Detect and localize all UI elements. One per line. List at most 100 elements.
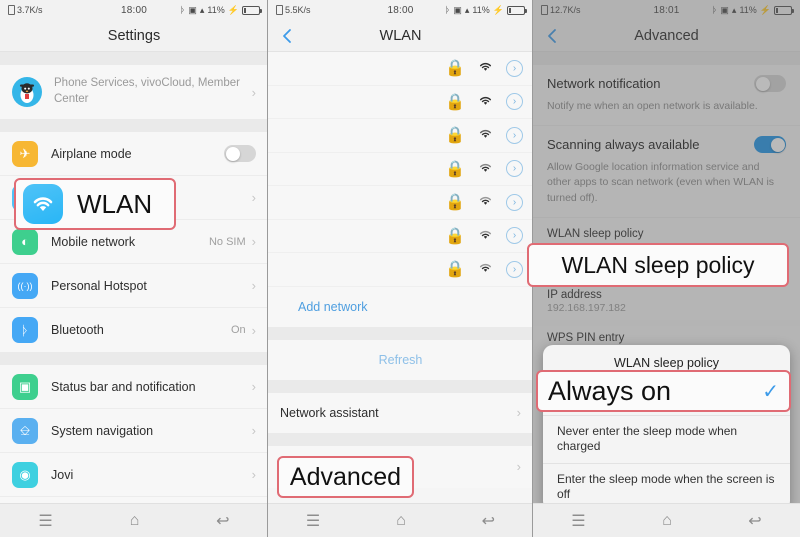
page-title: WLAN xyxy=(379,27,422,44)
dialog-option-never-when-charged[interactable]: Never enter the sleep mode when charged xyxy=(543,414,790,463)
row-network-assistant[interactable]: Network assistant › xyxy=(268,392,533,433)
status-bar-right: ᚦ ▣ ▴ 11% ⚡ xyxy=(442,4,527,15)
sidebar-item-personal-hotspot[interactable]: ((·)) Personal Hotspot › xyxy=(0,264,268,308)
airplane-mode-toggle[interactable] xyxy=(224,145,256,162)
hotspot-icon: ((·)) xyxy=(12,272,38,299)
sidebar-item-label: Personal Hotspot xyxy=(51,278,147,293)
home-icon[interactable]: ⌂ xyxy=(130,512,140,530)
wifi-row-icons: 🔒 › xyxy=(445,92,523,112)
sidebar-item-bluetooth[interactable]: ᚦ Bluetooth On › xyxy=(0,308,268,352)
status-bar-time: 18:00 xyxy=(120,4,148,16)
refresh-button[interactable]: Refresh xyxy=(268,339,533,380)
network-info-icon[interactable]: › xyxy=(506,193,523,211)
callout-advanced: Advanced xyxy=(277,456,414,498)
wifi-signal-icon xyxy=(478,126,493,144)
sidebar-item-status-bar-and-notification[interactable]: ▣ Status bar and notification › xyxy=(0,365,268,409)
battery-icon xyxy=(242,5,262,15)
ip-address-value: 192.168.197.182 xyxy=(547,301,626,314)
battery-percent: 11% xyxy=(207,5,225,15)
status-bar: 12.7K/s 18:01 ᚦ ▣ ▴ 11% ⚡ xyxy=(533,0,800,20)
network-speed: 5.5K/s xyxy=(285,5,311,15)
scanning-toggle[interactable] xyxy=(754,136,786,154)
sidebar-item-airplane-mode[interactable]: ✈ Airplane mode xyxy=(0,132,268,176)
back-button[interactable] xyxy=(278,27,296,45)
row-ip-address: IP address 192.168.197.182 xyxy=(533,282,800,320)
sidebar-item-value: No SIM xyxy=(208,235,246,248)
settings-panel: 3.7K/s 18:00 ᚦ ▣ ▴ 11% ⚡ Settings Phone … xyxy=(0,0,268,537)
sleep-policy-label: WLAN sleep policy xyxy=(547,227,644,240)
callout-wlan-label: WLAN xyxy=(77,188,153,219)
lock-icon: 🔒 xyxy=(445,194,465,212)
back-button[interactable] xyxy=(543,27,561,45)
menu-icon[interactable]: ☰ xyxy=(38,511,52,531)
home-icon[interactable]: ⌂ xyxy=(396,512,406,530)
network-info-icon[interactable]: › xyxy=(506,160,523,178)
wifi-signal-icon xyxy=(478,260,493,278)
chevron-right-icon: › xyxy=(516,405,521,420)
network-notification-toggle[interactable] xyxy=(754,75,786,92)
network-info-icon[interactable]: › xyxy=(506,126,523,144)
wifi-signal-icon xyxy=(478,193,493,211)
bluetooth-status-icon: ᚦ xyxy=(179,4,186,15)
scanning-section[interactable]: Scanning always available Allow Google l… xyxy=(533,126,800,218)
menu-icon[interactable]: ☰ xyxy=(571,511,585,531)
account-list: Phone Services, vivoCloud, Member Center… xyxy=(0,65,268,119)
lock-icon: 🔒 xyxy=(445,60,465,78)
network-info-icon[interactable]: › xyxy=(506,59,523,77)
wifi-network-row[interactable]: 🔒 › xyxy=(268,253,533,287)
status-bar: 5.5K/s 18:00 ᚦ ▣ ▴ 11% ⚡ xyxy=(268,0,533,20)
wifi-network-row[interactable]: 🔒 › xyxy=(268,152,533,186)
battery-percent: 11% xyxy=(472,5,490,15)
callout-wlan-sleep-policy: WLAN sleep policy xyxy=(527,243,789,287)
callout-always-on-label: Always on xyxy=(548,375,672,406)
back-icon[interactable]: ↩ xyxy=(748,511,761,531)
dialog-option-label: Enter the sleep mode when the screen is … xyxy=(557,471,775,502)
row-label: Network assistant xyxy=(280,405,379,420)
sidebar-item-jovi[interactable]: ◉ Jovi › xyxy=(0,453,268,497)
home-icon[interactable]: ⌂ xyxy=(662,512,672,530)
wifi-network-row[interactable]: 🔒 › xyxy=(268,186,533,220)
nfc-status-icon: ▣ xyxy=(453,4,462,15)
navigation-bar: ☰ ⌂ ↩ xyxy=(0,503,268,537)
row-wlan-sleep-policy[interactable]: WLAN sleep policy xyxy=(533,217,800,246)
network-notification-section[interactable]: Network notification Notify me when an o… xyxy=(533,65,800,127)
lock-icon: 🔒 xyxy=(445,93,465,111)
group-gap xyxy=(268,326,533,340)
wlan-icon xyxy=(23,184,63,224)
sidebar-item-label: Mobile network xyxy=(51,234,136,249)
wlan-extra-list: Network assistant › xyxy=(268,392,533,433)
battery-percent: 11% xyxy=(739,5,757,15)
sidebar-item-value: On xyxy=(230,324,246,336)
group-gap xyxy=(268,379,533,393)
network-info-icon[interactable]: › xyxy=(506,93,523,111)
add-network-button[interactable]: Add network xyxy=(268,286,533,327)
callout-always-on: Always on ✓ xyxy=(536,370,791,412)
callout-advanced-label: Advanced xyxy=(289,462,402,491)
status-bar-left: 3.7K/s xyxy=(8,5,92,15)
wifi-network-row[interactable]: 🔒 › xyxy=(268,119,533,153)
chevron-right-icon: › xyxy=(251,322,256,338)
wifi-network-row[interactable]: 🔒 › xyxy=(268,219,533,253)
wifi-network-row[interactable]: 🔒 › xyxy=(268,52,533,86)
wifi-network-row[interactable]: 🔒 › xyxy=(268,85,533,119)
scanning-title: Scanning always available xyxy=(547,137,700,153)
group-gap xyxy=(533,52,800,65)
dialog-option-label: Never enter the sleep mode when charged xyxy=(557,423,738,454)
wifi-row-icons: 🔒 › xyxy=(445,159,523,179)
nfc-status-icon: ▣ xyxy=(188,4,197,15)
jovi-icon: ◉ xyxy=(12,461,38,488)
wlan-title-bar: WLAN xyxy=(268,20,533,52)
group-gap xyxy=(268,432,533,446)
network-info-icon[interactable]: › xyxy=(506,227,523,245)
mobile-network-icon: ◐ xyxy=(12,228,38,255)
back-icon[interactable]: ↩ xyxy=(482,511,495,531)
sidebar-item-system-navigation[interactable]: ⎒ System navigation › xyxy=(0,409,268,453)
back-icon[interactable]: ↩ xyxy=(216,511,229,531)
menu-icon[interactable]: ☰ xyxy=(306,511,320,531)
group-gap xyxy=(0,119,268,132)
check-icon: ✓ xyxy=(762,380,779,403)
network-info-icon[interactable]: › xyxy=(506,260,523,278)
lock-icon: 🔒 xyxy=(445,261,465,279)
bluetooth-icon: ᚦ xyxy=(12,317,38,343)
account-row[interactable]: Phone Services, vivoCloud, Member Center… xyxy=(0,65,268,119)
